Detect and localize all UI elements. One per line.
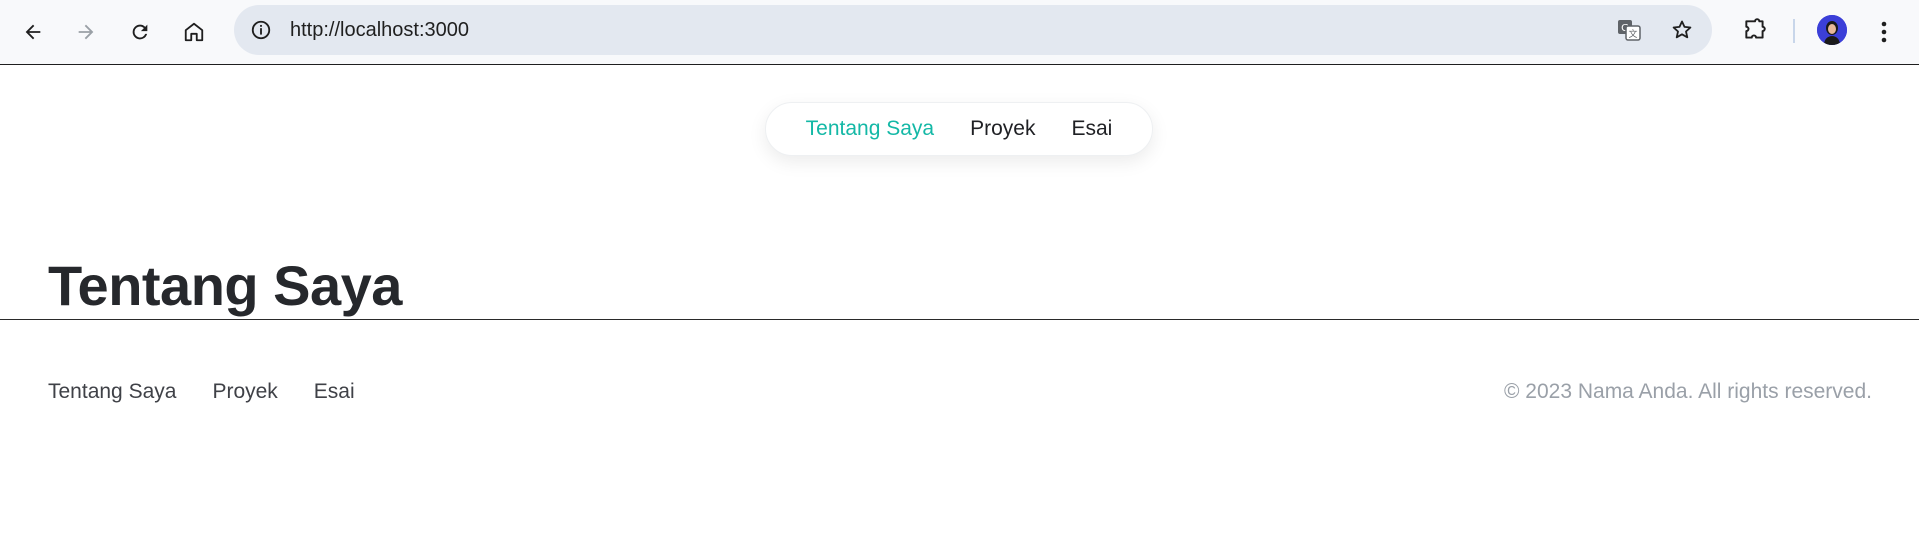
home-icon[interactable] (176, 14, 212, 50)
site-info-icon[interactable] (248, 17, 274, 43)
extensions-puzzle-icon[interactable] (1737, 12, 1773, 48)
address-bar[interactable]: http://localhost:3000 G 文 (234, 5, 1712, 55)
footer-divider (0, 319, 1919, 320)
back-arrow-icon[interactable] (15, 14, 51, 50)
browser-toolbar: http://localhost:3000 G 文 (0, 0, 1919, 65)
translate-icon[interactable]: G 文 (1614, 15, 1644, 45)
nav-link-esai[interactable]: Esai (1071, 117, 1112, 141)
url-text[interactable]: http://localhost:3000 (290, 5, 469, 55)
nav-link-proyek[interactable]: Proyek (970, 117, 1035, 141)
bookmark-star-icon[interactable] (1667, 15, 1697, 45)
footer-link-esai[interactable]: Esai (314, 380, 355, 404)
copyright-text: © 2023 Nama Anda. All rights reserved. (1503, 380, 1872, 403)
footer-link-proyek[interactable]: Proyek (212, 380, 277, 404)
kebab-menu-icon[interactable] (1872, 14, 1896, 50)
page-title: Tentang Saya (48, 254, 402, 317)
footer-nav: Tentang Saya Proyek Esai (48, 380, 355, 404)
svg-text:文: 文 (1628, 28, 1637, 40)
forward-arrow-icon[interactable] (68, 14, 104, 50)
reload-icon[interactable] (122, 14, 158, 50)
header-nav: Tentang Saya Proyek Esai (765, 102, 1153, 156)
profile-avatar[interactable] (1817, 15, 1847, 45)
toolbar-separator (1793, 19, 1795, 43)
footer-link-tentang-saya[interactable]: Tentang Saya (48, 380, 176, 404)
nav-link-tentang-saya[interactable]: Tentang Saya (806, 117, 934, 141)
